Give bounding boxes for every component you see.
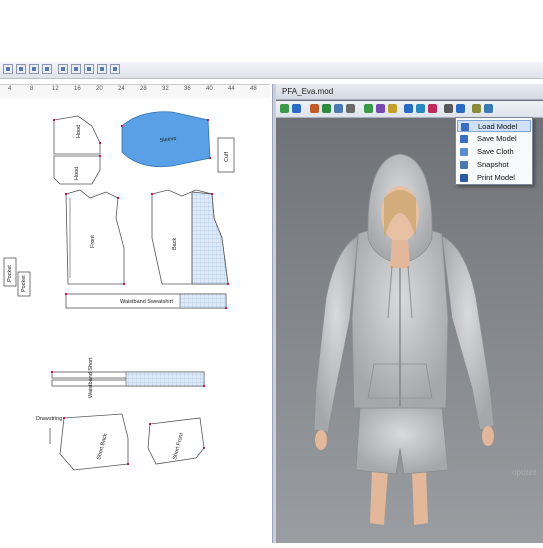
- hood-piece-bottom[interactable]: Hood: [53, 155, 101, 185]
- snapshot-icon: [460, 161, 468, 169]
- menu-item-load-model[interactable]: Load Model: [457, 120, 531, 132]
- mirror-tool-icon[interactable]: [42, 64, 52, 74]
- hood-label: Hood: [74, 167, 80, 180]
- menu-item-snapshot[interactable]: Snapshot: [457, 159, 531, 171]
- save-model-icon: [460, 135, 468, 143]
- back-piece[interactable]: Back: [151, 189, 229, 285]
- ruler-tick: 16: [74, 86, 81, 92]
- hand-right: [482, 426, 494, 446]
- measure-3d-icon[interactable]: [428, 104, 437, 113]
- ruler-tick: 44: [228, 86, 235, 92]
- cuff-piece[interactable]: Cuff: [217, 137, 235, 173]
- menu-item-save-model[interactable]: Save Model: [457, 133, 531, 145]
- save-cloth-icon: [460, 148, 468, 156]
- frame-icon[interactable]: [334, 104, 343, 113]
- hoodie-sleeve-right: [441, 235, 495, 431]
- zoom-tool-icon[interactable]: [97, 64, 107, 74]
- stop-icon[interactable]: [310, 104, 319, 113]
- model-menu-icon[interactable]: [456, 104, 465, 113]
- leg-right: [412, 468, 428, 525]
- ruler-tick: 36: [184, 86, 191, 92]
- ruler-tick: 28: [140, 86, 147, 92]
- pocket-piece-left[interactable]: Pocket: [3, 257, 17, 287]
- front-label: Front: [90, 235, 96, 248]
- settings-icon[interactable]: [472, 104, 481, 113]
- leg-left: [370, 468, 388, 525]
- drawstring-piece[interactable]: Drawstring: [36, 416, 62, 444]
- fit-tool-icon[interactable]: [110, 64, 120, 74]
- drawstring-label: Drawstring: [36, 416, 62, 422]
- move-tool-icon[interactable]: [16, 64, 26, 74]
- hood-label: Hood: [76, 125, 82, 138]
- measure-tool-icon[interactable]: [84, 64, 94, 74]
- waistband-short-piece[interactable]: Waistband Short: [51, 357, 205, 398]
- camera-icon[interactable]: [444, 104, 453, 113]
- waistband-sweatshirt-label: Waistband Sweatshirt: [120, 299, 173, 305]
- ruler-tick: 40: [206, 86, 213, 92]
- pocket-label: Pocket: [7, 265, 13, 282]
- ruler-tick: 24: [118, 86, 125, 92]
- texture-icon[interactable]: [404, 104, 413, 113]
- hoodie-sleeve-left: [313, 235, 359, 433]
- main-toolbar: [0, 62, 543, 79]
- notch-tool-icon[interactable]: [71, 64, 81, 74]
- shorts: [355, 407, 449, 475]
- optitex-watermark: optitex: [512, 467, 537, 477]
- tension-icon[interactable]: [376, 104, 385, 113]
- sleeve-piece[interactable]: Sleeve: [121, 111, 211, 168]
- back-label: Back: [172, 238, 178, 250]
- rotate-tool-icon[interactable]: [29, 64, 39, 74]
- grade-tool-icon[interactable]: [58, 64, 68, 74]
- ruler-tick: 20: [96, 86, 103, 92]
- rotate-view-icon[interactable]: [292, 104, 301, 113]
- front-piece[interactable]: Front: [65, 189, 125, 285]
- pattern-drawing: Hood Hood Sleeve Cuff Front Back Waistba…: [3, 111, 235, 471]
- wireframe-icon[interactable]: [416, 104, 425, 113]
- ruler-tick: 8: [30, 86, 34, 92]
- light-icon[interactable]: [388, 104, 397, 113]
- waistband-sweatshirt-piece[interactable]: Waistband Sweatshirt: [65, 293, 227, 309]
- avatar-neck: [390, 240, 410, 268]
- ruler-tick: 4: [8, 86, 12, 92]
- hood-piece-top[interactable]: Hood: [53, 115, 101, 155]
- menu-item-print-model[interactable]: Print Model: [457, 172, 531, 184]
- load-model-icon: [461, 123, 469, 131]
- pattern-canvas[interactable]: Hood Hood Sleeve Cuff Front Back Waistba…: [0, 98, 272, 543]
- viewer-title: PFA_Eva.mod: [276, 84, 543, 100]
- ruler-tick: 12: [52, 86, 59, 92]
- menu-item-save-cloth[interactable]: Save Cloth: [457, 146, 531, 158]
- cuff-label: Cuff: [224, 152, 230, 162]
- model-context-menu: Load Model Save Model Save Cloth Snapsho…: [455, 117, 533, 185]
- pocket-piece-right[interactable]: Pocket: [17, 271, 31, 297]
- waistband-short-label: Waistband Short: [88, 357, 94, 398]
- simulate-icon[interactable]: [364, 104, 373, 113]
- select-tool-icon[interactable]: [3, 64, 13, 74]
- short-front-piece[interactable]: Short Front: [147, 417, 205, 465]
- pocket-label: Pocket: [21, 275, 27, 292]
- pause-icon[interactable]: [346, 104, 355, 113]
- play-icon[interactable]: [322, 104, 331, 113]
- hand-left: [315, 430, 327, 450]
- short-back-piece[interactable]: Short Back: [59, 413, 129, 471]
- ruler-tick: 48: [250, 86, 257, 92]
- viewer-toolbar: [276, 101, 543, 118]
- ruler-tick: 32: [162, 86, 169, 92]
- refresh-icon[interactable]: [280, 104, 289, 113]
- horizontal-ruler: 4 8 12 16 20 24 28 32 36 40 44 48: [0, 84, 270, 99]
- help-icon[interactable]: [484, 104, 493, 113]
- print-model-icon: [460, 174, 468, 182]
